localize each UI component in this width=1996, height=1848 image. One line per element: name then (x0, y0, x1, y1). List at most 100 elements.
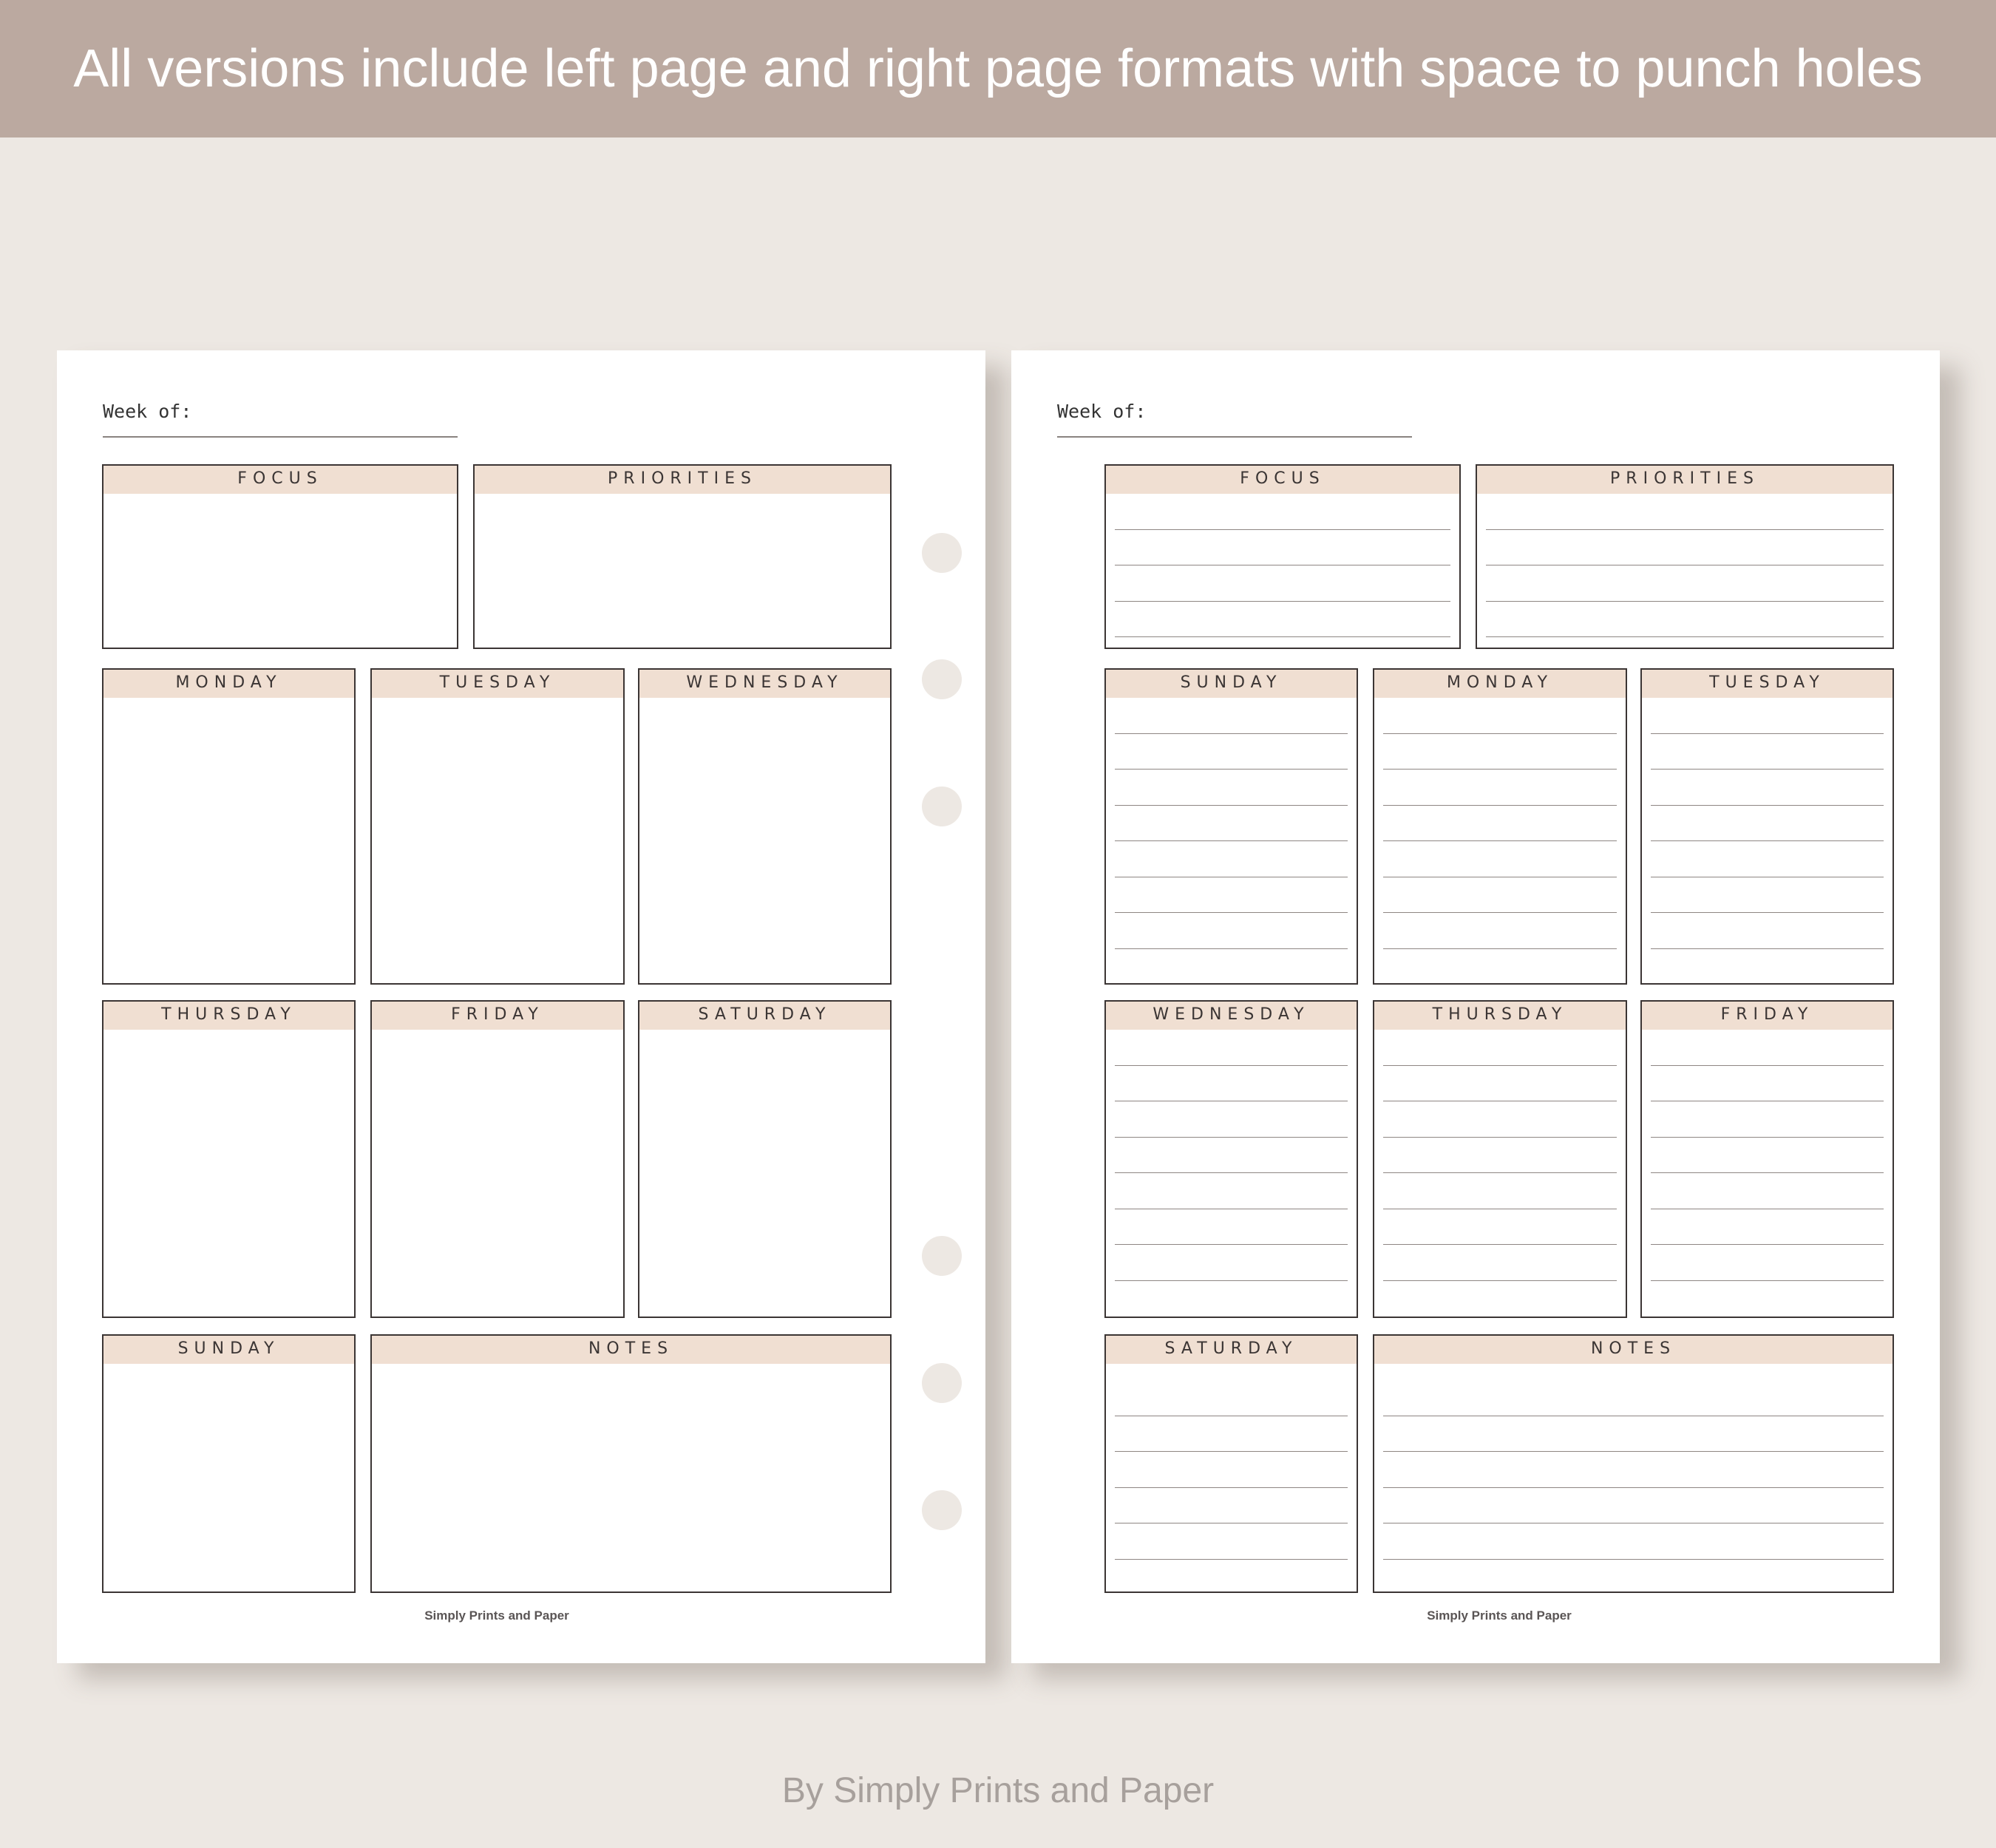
writing-line (1115, 806, 1348, 841)
writing-lines (1651, 698, 1884, 983)
punch-hole (922, 1236, 962, 1276)
writing-line (1383, 1523, 1884, 1560)
day-header: SATURDAY (1106, 1336, 1357, 1364)
writing-line (1115, 1380, 1348, 1416)
writing-line (1115, 1138, 1348, 1173)
day-header: TUESDAY (372, 670, 623, 698)
planner-page-left: Week of: FOCUS PRIORITIES MONDAY TUESDAY… (57, 350, 985, 1663)
day-header: THURSDAY (103, 1002, 354, 1030)
writing-line (1383, 913, 1617, 949)
writing-line (1115, 1066, 1348, 1101)
writing-line (1486, 565, 1884, 602)
writing-lines (1115, 698, 1348, 983)
priorities-box: PRIORITIES (1476, 464, 1894, 649)
page-footer: Simply Prints and Paper (424, 1608, 569, 1623)
day-box-friday: FRIDAY (370, 1000, 625, 1318)
writing-line (1383, 806, 1617, 841)
writing-line (1651, 806, 1884, 841)
writing-line (1651, 877, 1884, 913)
notes-box: NOTES (1373, 1334, 1894, 1593)
writing-line (1651, 913, 1884, 949)
writing-line (1383, 1416, 1884, 1452)
writing-line (1651, 1066, 1884, 1101)
day-box-monday: MONDAY (1373, 668, 1627, 985)
writing-line (1383, 770, 1617, 806)
writing-line (1115, 841, 1348, 877)
week-of-field[interactable]: Week of: (1057, 401, 1412, 438)
writing-lines (1651, 1030, 1884, 1317)
day-box-tuesday: TUESDAY (1640, 668, 1894, 985)
writing-line (1486, 602, 1884, 637)
writing-line (1651, 698, 1884, 734)
writing-line (1486, 494, 1884, 530)
day-box-wednesday: WEDNESDAY (1104, 1000, 1358, 1318)
writing-line (1383, 1245, 1617, 1281)
writing-lines (1383, 1380, 1884, 1591)
writing-lines (1486, 494, 1884, 648)
writing-line (1115, 565, 1450, 602)
focus-header: FOCUS (103, 466, 457, 494)
punch-hole (922, 533, 962, 573)
credit-text: By Simply Prints and Paper (781, 1771, 1215, 1810)
writing-line (1383, 1380, 1884, 1416)
writing-line (1115, 1488, 1348, 1523)
day-header: WEDNESDAY (639, 670, 890, 698)
day-box-saturday: SATURDAY (1104, 1334, 1358, 1593)
writing-lines (1383, 1030, 1617, 1317)
day-box-wednesday: WEDNESDAY (638, 668, 892, 985)
writing-line (1383, 877, 1617, 913)
day-box-thursday: THURSDAY (1373, 1000, 1627, 1318)
page-footer: Simply Prints and Paper (1427, 1608, 1572, 1623)
writing-line (1115, 734, 1348, 770)
punch-hole (922, 1363, 962, 1403)
writing-lines (1115, 1030, 1348, 1317)
writing-line (1383, 698, 1617, 734)
writing-line (1115, 913, 1348, 949)
writing-line (1383, 1209, 1617, 1245)
writing-line (1115, 1030, 1348, 1066)
day-box-friday: FRIDAY (1640, 1000, 1894, 1318)
punch-hole (922, 1490, 962, 1530)
writing-line (1115, 770, 1348, 806)
day-box-tuesday: TUESDAY (370, 668, 625, 985)
writing-line (1115, 1245, 1348, 1281)
writing-line (1651, 841, 1884, 877)
focus-header: FOCUS (1106, 466, 1459, 494)
notes-header: NOTES (1374, 1336, 1893, 1364)
day-header: THURSDAY (1374, 1002, 1626, 1030)
day-header: FRIDAY (1642, 1002, 1893, 1030)
writing-line (1651, 1209, 1884, 1245)
day-box-sunday: SUNDAY (1104, 668, 1358, 985)
day-box-monday: MONDAY (102, 668, 356, 985)
day-header: FRIDAY (372, 1002, 623, 1030)
day-header: MONDAY (1374, 670, 1626, 698)
writing-lines (1115, 1380, 1348, 1591)
writing-line (1651, 1030, 1884, 1066)
writing-line (1383, 1101, 1617, 1138)
writing-line (1651, 1245, 1884, 1281)
writing-line (1115, 1173, 1348, 1209)
writing-line (1383, 1488, 1884, 1523)
day-header: SATURDAY (639, 1002, 890, 1030)
focus-box: FOCUS (102, 464, 458, 649)
day-header: SUNDAY (103, 1336, 354, 1364)
day-header: SUNDAY (1106, 670, 1357, 698)
writing-line (1383, 1138, 1617, 1173)
planner-page-right: Week of: FOCUS PRIORITIES SUNDAY MONDAY … (1011, 350, 1940, 1663)
week-of-field[interactable]: Week of: (103, 401, 458, 438)
writing-line (1383, 1066, 1617, 1101)
writing-line (1651, 1101, 1884, 1138)
day-box-thursday: THURSDAY (102, 1000, 356, 1318)
writing-line (1115, 1523, 1348, 1560)
writing-line (1115, 602, 1450, 637)
writing-lines (1383, 698, 1617, 983)
writing-line (1115, 494, 1450, 530)
writing-line (1486, 530, 1884, 565)
writing-line (1115, 1452, 1348, 1488)
writing-line (1383, 1030, 1617, 1066)
writing-lines (1115, 494, 1450, 648)
writing-line (1651, 770, 1884, 806)
writing-line (1115, 1416, 1348, 1452)
punch-hole (922, 787, 962, 826)
day-header: MONDAY (103, 670, 354, 698)
